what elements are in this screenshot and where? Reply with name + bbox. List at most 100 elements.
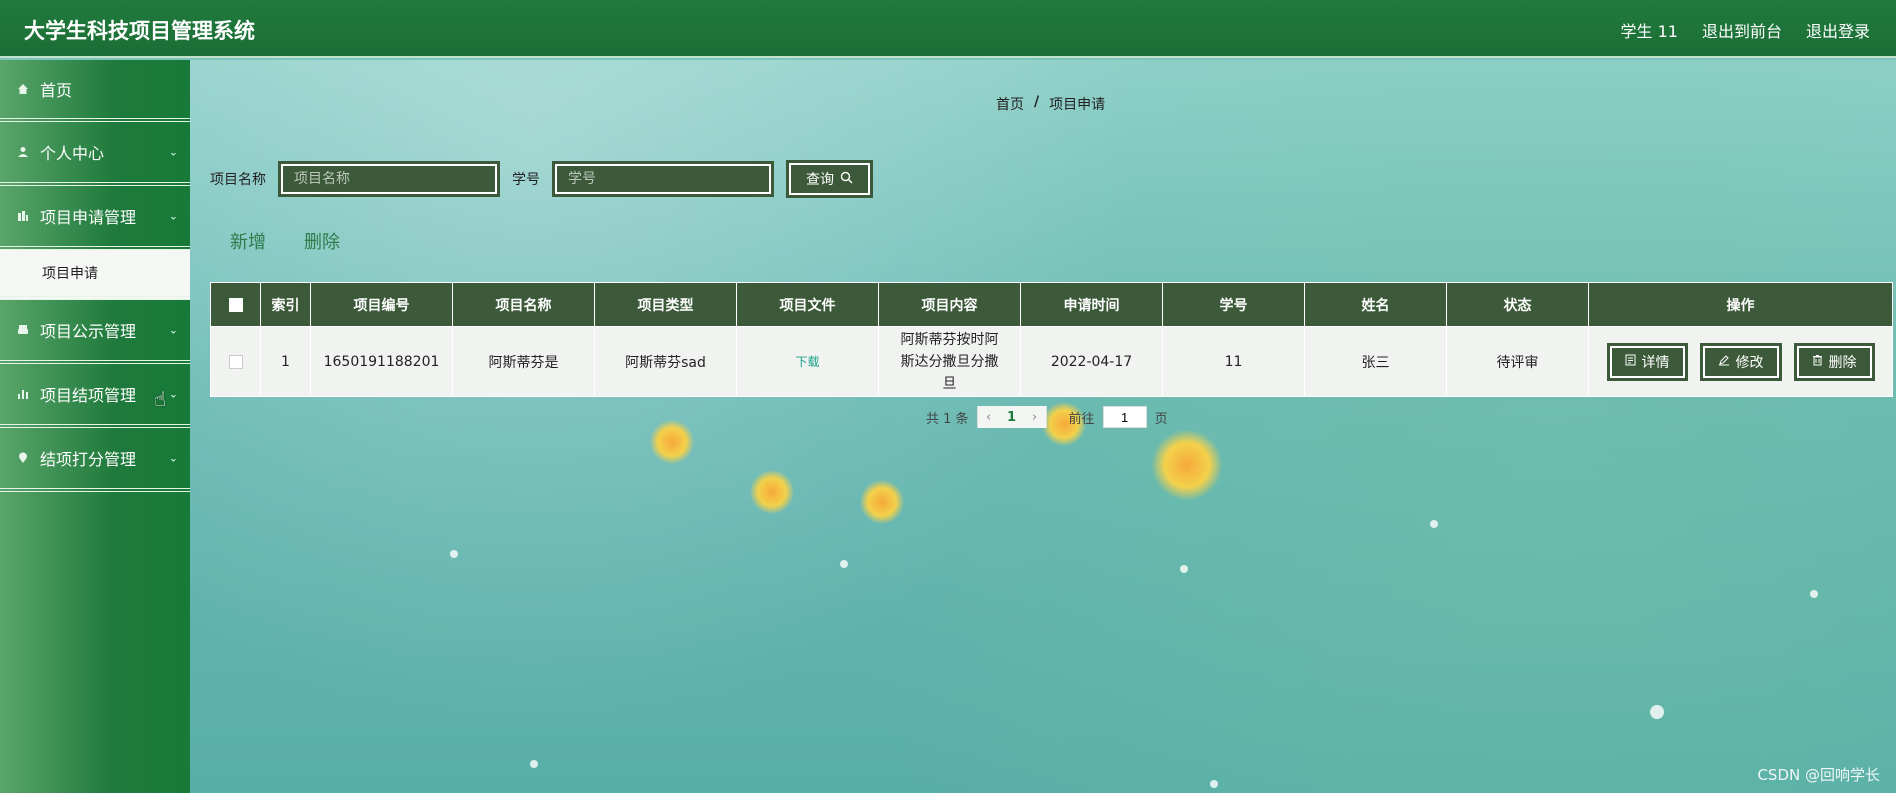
select-all-cell bbox=[210, 282, 261, 327]
chevron-down-icon: ⌄ bbox=[168, 387, 178, 401]
goto-unit-label: 页 bbox=[1154, 411, 1168, 427]
sidebar-item-home[interactable]: 首页 bbox=[0, 60, 190, 122]
sidebar-item-closing-score-mgmt[interactable]: 结项打分管理 ⌄ bbox=[0, 428, 190, 492]
sidebar-subitem-project-apply[interactable]: 项目申请 bbox=[0, 250, 190, 300]
sidebar: 首页 个人中心 ⌄ 项目申请管理 ⌄ 项目申请 项目公示管理 ⌄ 项目结项管理 … bbox=[0, 60, 190, 793]
logout-link[interactable]: 退出登录 bbox=[1806, 18, 1870, 42]
search-icon bbox=[840, 171, 853, 188]
header-actions: 学生 11 退出到前台 退出登录 bbox=[1621, 18, 1870, 42]
sparkle-decoration bbox=[1810, 590, 1818, 598]
trash-icon bbox=[1812, 354, 1823, 370]
breadcrumb: 首页 / 项目申请 bbox=[996, 94, 1105, 114]
column-header: 项目内容 bbox=[878, 282, 1021, 327]
edit-button-label: 修改 bbox=[1735, 354, 1764, 371]
chevron-down-icon: ⌄ bbox=[168, 209, 178, 223]
action-bar: 新增 删除 bbox=[230, 228, 340, 254]
cell-project-file: 下载 bbox=[736, 326, 879, 397]
table-row: 1 1650191188201 阿斯蒂芬是 阿斯蒂芬sad 下载 阿斯蒂芬按时阿… bbox=[210, 326, 1893, 397]
cell-index: 1 bbox=[260, 326, 311, 397]
cell-project-content: 阿斯蒂芬按时阿斯达分撒旦分撒旦 bbox=[878, 326, 1021, 397]
column-header: 索引 bbox=[260, 282, 311, 327]
sidebar-item-personal-center[interactable]: 个人中心 ⌄ bbox=[0, 122, 190, 186]
chevron-down-icon: ⌄ bbox=[168, 145, 178, 159]
home-icon bbox=[16, 82, 30, 96]
pagination-control: ‹ 1 › bbox=[976, 406, 1047, 428]
flower-decoration-icon bbox=[1152, 430, 1222, 500]
delete-button[interactable]: 删除 bbox=[1793, 342, 1875, 381]
sidebar-item-label: 项目结项管理 bbox=[40, 386, 137, 405]
sidebar-item-label: 项目申请管理 bbox=[40, 208, 137, 227]
cell-status: 待评审 bbox=[1446, 326, 1589, 397]
pencil-icon bbox=[1718, 354, 1730, 370]
edit-button[interactable]: 修改 bbox=[1699, 342, 1782, 381]
column-header: 操作 bbox=[1588, 282, 1893, 327]
column-header: 学号 bbox=[1162, 282, 1305, 327]
row-checkbox[interactable] bbox=[228, 354, 243, 369]
project-name-input[interactable] bbox=[278, 161, 500, 197]
goto-label: 前往 bbox=[1068, 411, 1095, 427]
prev-page-icon[interactable]: ‹ bbox=[977, 406, 1000, 428]
chevron-down-icon: ⌄ bbox=[168, 451, 178, 465]
sparkle-decoration bbox=[1430, 520, 1438, 528]
current-page[interactable]: 1 bbox=[999, 406, 1024, 428]
next-page-icon[interactable]: › bbox=[1023, 406, 1046, 428]
flower-decoration-icon bbox=[650, 420, 694, 464]
table-header-row: 索引 项目编号 项目名称 项目类型 项目文件 项目内容 申请时间 学号 姓名 状… bbox=[210, 282, 1893, 327]
sidebar-item-label: 项目公示管理 bbox=[40, 322, 137, 341]
sparkle-decoration bbox=[450, 550, 458, 558]
breadcrumb-home[interactable]: 首页 bbox=[996, 94, 1024, 114]
delete-button-label: 删除 bbox=[1828, 354, 1857, 371]
sparkle-decoration bbox=[840, 560, 848, 568]
batch-delete-button[interactable]: 删除 bbox=[304, 228, 340, 254]
sidebar-item-project-publicity-mgmt[interactable]: 项目公示管理 ⌄ bbox=[0, 300, 190, 364]
sparkle-decoration bbox=[1180, 565, 1188, 573]
project-table: 索引 项目编号 项目名称 项目类型 项目文件 项目内容 申请时间 学号 姓名 状… bbox=[210, 282, 1893, 397]
project-content-text: 阿斯蒂芬按时阿斯达分撒旦分撒旦 bbox=[900, 331, 999, 392]
app-title: 大学生科技项目管理系统 bbox=[24, 19, 255, 43]
column-header: 项目文件 bbox=[736, 282, 879, 327]
row-select-cell bbox=[210, 326, 261, 397]
document-icon bbox=[1625, 354, 1636, 370]
breadcrumb-current: 项目申请 bbox=[1049, 97, 1106, 113]
download-link[interactable]: 下载 bbox=[795, 355, 819, 369]
cell-project-name: 阿斯蒂芬是 bbox=[452, 326, 595, 397]
detail-button[interactable]: 详情 bbox=[1606, 342, 1688, 381]
cell-project-type: 阿斯蒂芬sad bbox=[594, 326, 737, 397]
query-button[interactable]: 查询 bbox=[786, 160, 873, 198]
column-header: 项目名称 bbox=[452, 282, 595, 327]
sidebar-item-label: 首页 bbox=[40, 81, 73, 100]
cell-project-code: 1650191188201 bbox=[310, 326, 453, 397]
cell-student-name: 张三 bbox=[1304, 326, 1447, 397]
column-header: 项目类型 bbox=[594, 282, 737, 327]
sidebar-item-label: 个人中心 bbox=[40, 144, 105, 163]
flower-decoration-icon bbox=[860, 480, 904, 524]
student-id-input[interactable] bbox=[552, 161, 774, 197]
search-bar: 项目名称 学号 查询 bbox=[210, 160, 873, 198]
chevron-down-icon: ⌄ bbox=[168, 323, 178, 337]
cell-apply-date: 2022-04-17 bbox=[1020, 326, 1163, 397]
column-header: 状态 bbox=[1446, 282, 1589, 327]
cell-student-id: 11 bbox=[1162, 326, 1305, 397]
breadcrumb-separator: / bbox=[1034, 94, 1040, 110]
column-header: 项目编号 bbox=[310, 282, 453, 327]
select-all-checkbox[interactable] bbox=[228, 297, 243, 312]
bar-chart-icon bbox=[16, 387, 30, 401]
column-header: 姓名 bbox=[1304, 282, 1447, 327]
sidebar-item-project-apply-mgmt[interactable]: 项目申请管理 ⌄ bbox=[0, 186, 190, 250]
pagination-total: 共 1 条 bbox=[926, 411, 969, 427]
location-icon bbox=[16, 451, 30, 465]
exit-to-front-link[interactable]: 退出到前台 bbox=[1702, 18, 1782, 42]
goto-page-input[interactable] bbox=[1102, 406, 1147, 428]
top-bar: 大学生科技项目管理系统 学生 11 退出到前台 退出登录 bbox=[0, 0, 1896, 58]
student-id-label: 学号 bbox=[512, 172, 540, 188]
cell-operations: 详情 修改 删除 bbox=[1588, 326, 1893, 397]
project-name-label: 项目名称 bbox=[210, 172, 266, 188]
sidebar-item-label: 项目申请 bbox=[42, 266, 98, 282]
add-button[interactable]: 新增 bbox=[230, 228, 266, 254]
main-content: 首页 / 项目申请 项目名称 学号 查询 新增 删除 索引 项目编号 项目名称 … bbox=[190, 60, 1896, 793]
sidebar-item-label: 结项打分管理 bbox=[40, 450, 137, 469]
column-header: 申请时间 bbox=[1020, 282, 1163, 327]
chart-icon bbox=[16, 209, 30, 223]
printer-icon bbox=[16, 323, 30, 337]
current-user[interactable]: 学生 11 bbox=[1621, 18, 1678, 42]
